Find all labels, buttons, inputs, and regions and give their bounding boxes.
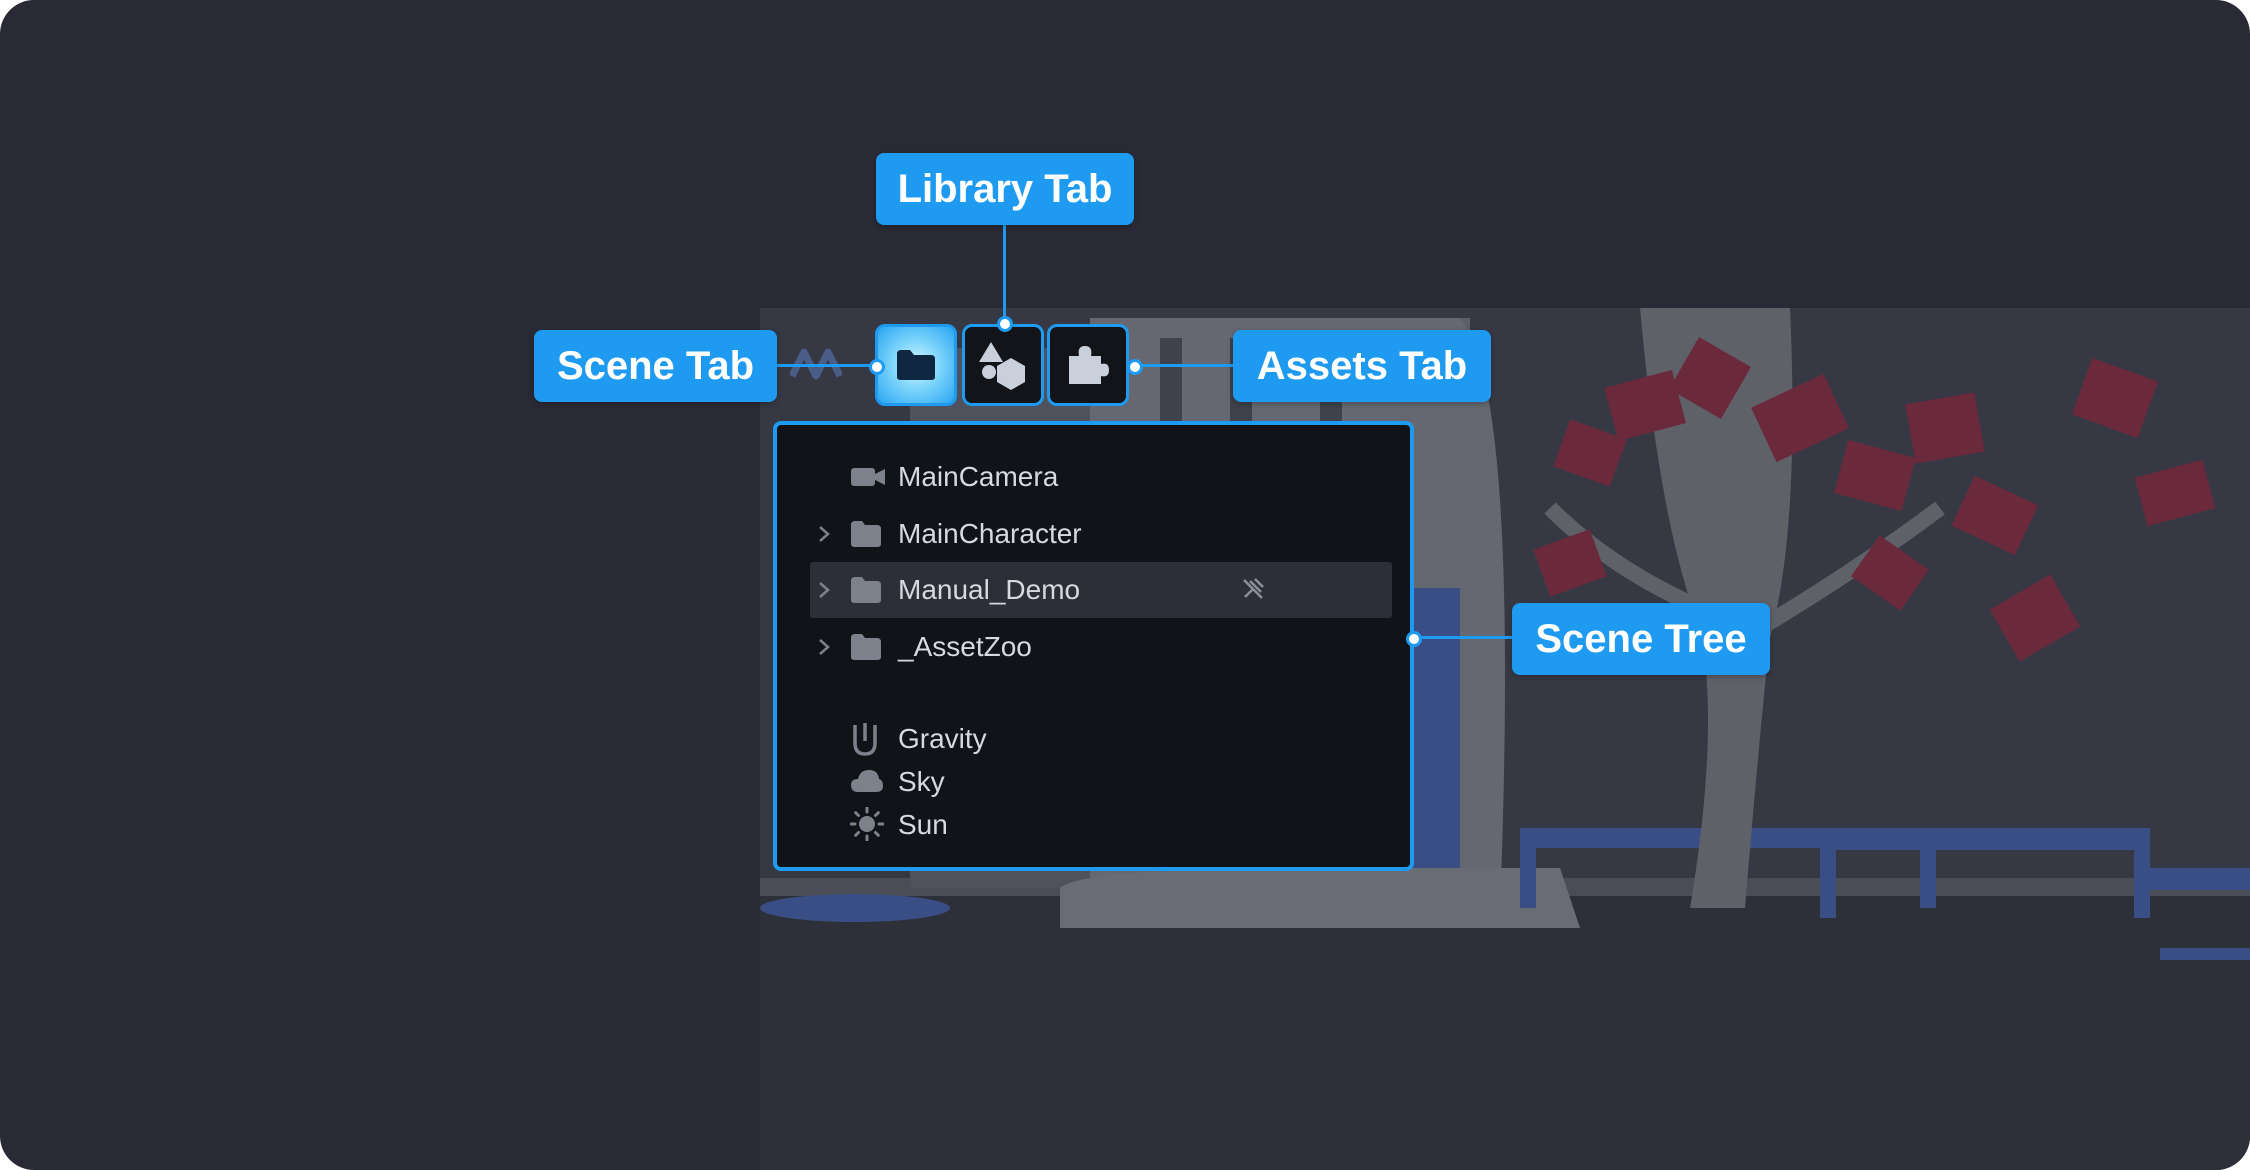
env-item-label: Sky <box>898 766 945 797</box>
folder-icon <box>851 521 881 547</box>
puzzle-icon <box>1069 346 1109 384</box>
tree-item-assetzoo[interactable]: _AssetZoo <box>810 619 1392 675</box>
library-tab-connector <box>1003 224 1006 324</box>
scene-tree-connector <box>1412 636 1514 639</box>
shapes-icon <box>979 342 1025 390</box>
env-item-sky[interactable]: Sky <box>810 760 1392 804</box>
unpin-icon[interactable] <box>1240 576 1266 602</box>
env-item-label: Sun <box>898 809 948 840</box>
assets-tab-anchor <box>1127 359 1143 375</box>
tree-item-label: Manual_Demo <box>898 574 1081 605</box>
chevron-right-icon[interactable] <box>817 525 831 543</box>
chevron-right-icon[interactable] <box>817 581 831 599</box>
sun-icon <box>850 807 884 841</box>
scene-tree-panel: MainCamera MainCharacter Manual_Demo _As… <box>773 421 1414 871</box>
env-item-label: Gravity <box>898 723 987 754</box>
tab-assets[interactable] <box>1047 324 1129 406</box>
tab-scene[interactable] <box>875 324 957 406</box>
assets-tab-connector <box>1130 364 1234 367</box>
app-frame: MainCamera MainCharacter Manual_Demo _As… <box>0 0 2250 1170</box>
camera-icon <box>851 468 885 486</box>
scene-tab-connector <box>775 364 875 367</box>
tree-item-label: _AssetZoo <box>898 631 1032 662</box>
library-tab-anchor <box>997 316 1013 332</box>
scene-tab-anchor <box>869 359 885 375</box>
callout-library-tab: Library Tab <box>876 153 1134 225</box>
callout-scene-tab: Scene Tab <box>534 330 777 402</box>
folder-icon <box>851 634 881 660</box>
tree-item-maincharacter[interactable]: MainCharacter <box>810 506 1392 562</box>
scene-tree-anchor <box>1406 631 1422 647</box>
tree-item-manual-demo[interactable]: Manual_Demo <box>810 562 1392 618</box>
callout-scene-tree: Scene Tree <box>1512 603 1770 675</box>
folder-icon <box>851 577 881 603</box>
gravity-icon <box>853 723 877 756</box>
callout-assets-tab: Assets Tab <box>1233 330 1491 402</box>
tree-item-label: MainCharacter <box>898 518 1082 549</box>
env-item-gravity[interactable]: Gravity <box>810 717 1392 761</box>
cloud-icon <box>851 770 883 792</box>
tree-item-label: MainCamera <box>898 461 1059 492</box>
env-item-sun[interactable]: Sun <box>810 803 1392 847</box>
chevron-right-icon[interactable] <box>817 638 831 656</box>
tree-item-maincamera[interactable]: MainCamera <box>810 449 1392 505</box>
folder-icon <box>897 350 935 380</box>
tab-library[interactable] <box>962 324 1044 406</box>
